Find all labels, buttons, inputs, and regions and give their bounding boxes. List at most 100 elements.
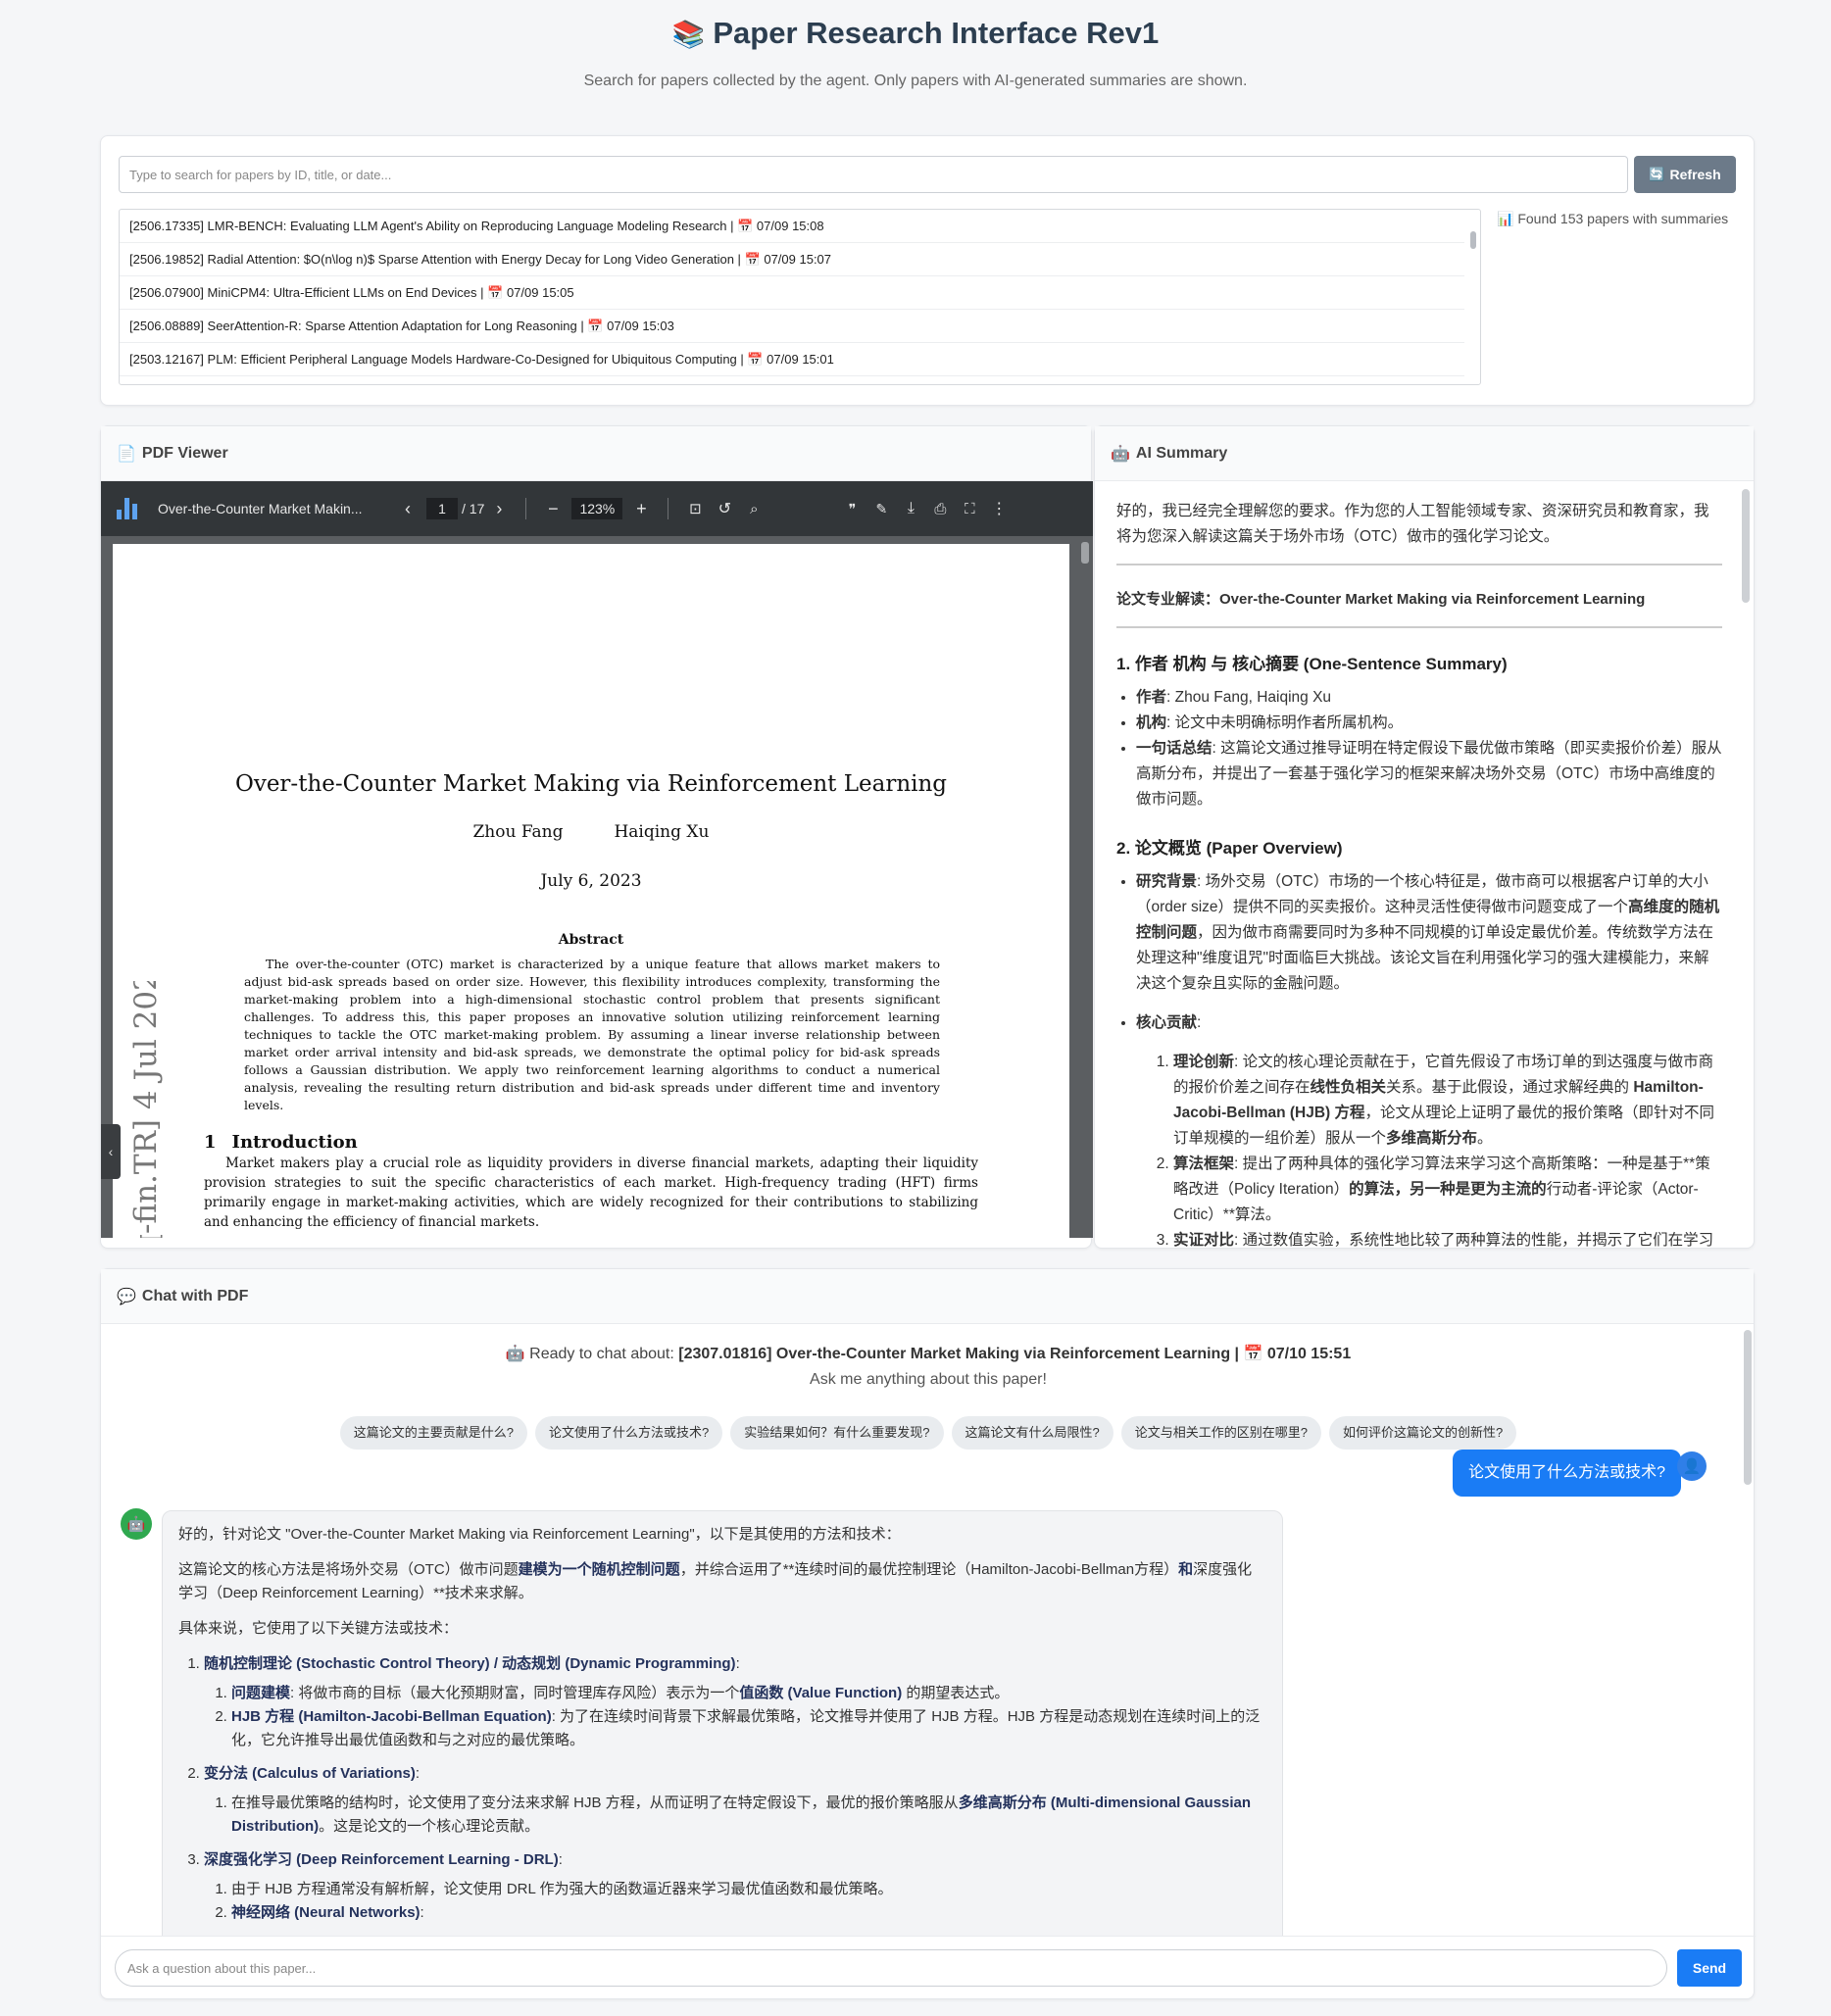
fullscreen-icon[interactable]: ⛶ bbox=[955, 494, 984, 523]
list-item: 机构: 论文中未明确标明作者所属机构。 bbox=[1136, 711, 1722, 736]
arxiv-stamp: [q-fin.TR] 4 Jul 2023 bbox=[128, 981, 164, 1238]
zoom-level-input[interactable]: 123% bbox=[571, 498, 623, 519]
paper-list-item[interactable]: [2506.07900] MiniCPM4: Ultra-Efficient L… bbox=[120, 276, 1464, 310]
summary-content: 好的，我已经完全理解您的要求。作为您的人工智能领域专家、资深研究员和教育家，我将… bbox=[1095, 481, 1756, 1250]
list-item: 理论创新: 论文的核心理论贡献在于，它首先假设了市场订单的到达强度与做市商的报价… bbox=[1173, 1050, 1722, 1152]
list-item: 算法框架: 提出了两种具体的强化学习算法来学习这个高斯策略：一种是基于**策略改… bbox=[1173, 1152, 1722, 1228]
paper-list-item[interactable]: [2506.17335] LMR-BENCH: Evaluating LLM A… bbox=[120, 210, 1464, 243]
user-message: 论文使用了什么方法或技术? bbox=[1453, 1450, 1681, 1497]
list-item: 作者: Zhou Fang, Haiqing Xu bbox=[1136, 685, 1722, 711]
search-icon[interactable]: ⌕ bbox=[739, 494, 768, 523]
document-icon: 📄 bbox=[117, 445, 136, 463]
summary-section-heading: 2. 论文概览 (Paper Overview) bbox=[1116, 839, 1343, 858]
summary-list: 作者: Zhou Fang, Haiqing Xu 机构: 论文中未明确标明作者… bbox=[1116, 685, 1722, 812]
chat-scrollbar[interactable] bbox=[1744, 1330, 1752, 1485]
list-item: 神经网络 (Neural Networks): bbox=[231, 1901, 1266, 1925]
summary-list: 研究背景: 场外交易（OTC）市场的一个核心特征是，做市商可以根据客户订单的大小… bbox=[1116, 869, 1722, 1250]
more-options-icon[interactable]: ⋮ bbox=[984, 494, 1014, 523]
list-item: 随机控制理论 (Stochastic Control Theory) / 动态规… bbox=[204, 1652, 1266, 1752]
comment-icon[interactable]: ❞ bbox=[837, 494, 866, 523]
pdf-canvas[interactable]: [q-fin.TR] 4 Jul 2023 Over-the-Counter M… bbox=[101, 536, 1093, 1238]
page-title: 📚 Paper Research Interface Rev1 bbox=[671, 16, 1160, 50]
rotate-icon[interactable]: ↺ bbox=[710, 494, 739, 523]
chart-icon: 📊 bbox=[1497, 211, 1514, 226]
page-total: / 17 bbox=[462, 501, 485, 516]
summary-intro: 好的，我已经完全理解您的要求。作为您的人工智能领域专家、资深研究员和教育家，我将… bbox=[1116, 503, 1709, 545]
list-item: 一句话总结: 这篇论文通过推导证明在特定假设下最优做市策略（即买卖报价价差）服从… bbox=[1136, 736, 1722, 812]
send-button[interactable]: Send bbox=[1677, 1949, 1742, 1987]
search-input[interactable]: Type to search for papers by ID, title, … bbox=[119, 156, 1628, 193]
paper-date: July 6, 2023 bbox=[540, 871, 642, 891]
pdf-page: [q-fin.TR] 4 Jul 2023 Over-the-Counter M… bbox=[113, 544, 1069, 1238]
speech-bubble-icon: 💬 bbox=[117, 1288, 136, 1305]
zoom-in-icon[interactable]: + bbox=[626, 494, 656, 523]
summary-section-heading: 1. 作者 机构 与 核心摘要 (One-Sentence Summary) bbox=[1116, 655, 1508, 673]
ai-summary-panel: 🤖 AI Summary 好的，我已经完全理解您的要求。作为您的人工智能领域专家、… bbox=[1094, 425, 1755, 1249]
pdf-viewer-panel: 📄 PDF Viewer Over-the-Counter Market Maki… bbox=[100, 425, 1093, 1249]
fit-page-icon[interactable]: ⊡ bbox=[680, 494, 710, 523]
list-item: HJB 方程 (Hamilton-Jacobi-Bellman Equation… bbox=[231, 1705, 1266, 1752]
paper-list-item[interactable]: [2506.08889] SeerAttention-R: Sparse Att… bbox=[120, 310, 1464, 343]
next-page-icon[interactable]: › bbox=[484, 494, 514, 523]
chat-input-bar: Ask a question about this paper... Send bbox=[101, 1936, 1756, 2000]
list-item: 问题建模: 将做市商的目标（最大化预期财富，同时管理库存风险）表示为一个值函数 … bbox=[231, 1682, 1266, 1705]
summary-scrollbar[interactable] bbox=[1742, 489, 1750, 603]
chat-header: 💬 Chat with PDF bbox=[101, 1269, 1754, 1324]
list-item: 在推导最优策略的结构时，论文使用了变分法来求解 HJB 方程，从而证明了在特定假… bbox=[231, 1792, 1266, 1839]
list-scrollbar[interactable] bbox=[1470, 231, 1476, 249]
intro-text: Market makers play a crucial role as liq… bbox=[204, 1156, 978, 1230]
method-list: 随机控制理论 (Stochastic Control Theory) / 动态规… bbox=[178, 1652, 1266, 1925]
previous-page-icon[interactable]: ‹ bbox=[393, 494, 422, 523]
chevron-left-icon: ‹ bbox=[108, 1144, 114, 1159]
page-number-input[interactable]: 1 bbox=[426, 498, 458, 519]
user-avatar-icon: 👤 bbox=[1677, 1451, 1707, 1481]
toolbar-divider bbox=[525, 498, 527, 519]
chat-messages: 🤖 Ready to chat about: [2307.01816] Over… bbox=[101, 1324, 1756, 1936]
page-subtitle: Search for papers collected by the agent… bbox=[583, 73, 1248, 89]
summary-divider bbox=[1116, 626, 1722, 628]
suggestion-chip[interactable]: 实验结果如何？有什么重要发现? bbox=[730, 1416, 944, 1450]
list-item: 变分法 (Calculus of Variations): 在推导最优策略的结构… bbox=[204, 1762, 1266, 1839]
paper-list-item[interactable]: [2503.12167] PLM: Efficient Peripheral L… bbox=[120, 343, 1464, 376]
sidebar-toggle[interactable]: ‹ bbox=[101, 1124, 121, 1179]
pdf-document-title: Over-the-Counter Market Makin... bbox=[158, 501, 363, 516]
list-item: 由于 HJB 方程通常没有解析解，论文使用 DRL 作为强大的函数逼近器来学习最… bbox=[231, 1878, 1266, 1901]
pdf-viewer-header: 📄 PDF Viewer bbox=[101, 426, 1091, 481]
annotate-icon[interactable]: ✎ bbox=[866, 494, 896, 523]
robot-icon: 🤖 bbox=[505, 1346, 525, 1362]
books-icon: 📚 bbox=[671, 20, 706, 49]
abstract-heading: Abstract bbox=[558, 932, 624, 948]
suggestion-chip[interactable]: 这篇论文有什么局限性? bbox=[951, 1416, 1113, 1450]
refresh-button[interactable]: 🔄 Refresh bbox=[1634, 156, 1736, 193]
contribution-list: 理论创新: 论文的核心理论贡献在于，它首先假设了市场订单的到达强度与做市商的报价… bbox=[1136, 1050, 1722, 1250]
results-count: 📊 Found 153 papers with summaries bbox=[1497, 211, 1729, 226]
section-heading: 1 Introduction bbox=[204, 1132, 358, 1153]
paper-authors: Zhou Fang Haiqing Xu bbox=[472, 822, 710, 842]
summary-divider bbox=[1116, 564, 1722, 565]
bot-message: 好的，针对论文 "Over-the-Counter Market Making … bbox=[162, 1510, 1283, 1936]
paper-title: Over-the-Counter Market Making via Reinf… bbox=[234, 771, 948, 797]
abstract-text: The over-the-counter (OTC) market is cha… bbox=[244, 957, 940, 1112]
paper-list[interactable]: [2506.17335] LMR-BENCH: Evaluating LLM A… bbox=[119, 209, 1481, 385]
robot-icon: 🤖 bbox=[1111, 445, 1130, 463]
suggested-questions: 这篇论文的主要贡献是什么? 论文使用了什么方法或技术? 实验结果如何？有什么重要… bbox=[101, 1416, 1756, 1450]
download-icon[interactable]: ⤓ bbox=[896, 494, 925, 523]
pdf-toolbar: Over-the-Counter Market Makin... ‹ 1 / 1… bbox=[101, 481, 1093, 536]
list-item: 实证对比: 通过数值实验，系统性地比较了两种算法的性能，并揭示了它们在学习 bbox=[1173, 1228, 1722, 1250]
chat-input[interactable]: Ask a question about this paper... bbox=[115, 1949, 1667, 1987]
search-panel: Type to search for papers by ID, title, … bbox=[100, 135, 1755, 406]
ai-summary-header: 🤖 AI Summary bbox=[1095, 426, 1754, 481]
suggestion-chip[interactable]: 这篇论文的主要贡献是什么? bbox=[339, 1416, 528, 1450]
paper-list-item[interactable]: [2506.19852] Radial Attention: $O(n\log … bbox=[120, 243, 1464, 276]
suggestion-chip[interactable]: 如何评价这篇论文的创新性? bbox=[1328, 1416, 1517, 1450]
suggestion-chip[interactable]: 论文与相关工作的区别在哪里? bbox=[1120, 1416, 1321, 1450]
print-icon[interactable]: ⎙ bbox=[925, 494, 955, 523]
bot-avatar-icon: 🤖 bbox=[121, 1508, 152, 1540]
list-item: 深度强化学习 (Deep Reinforcement Learning - DR… bbox=[204, 1848, 1266, 1925]
chat-ready-status: 🤖 Ready to chat about: [2307.01816] Over… bbox=[505, 1346, 1352, 1362]
zoom-out-icon[interactable]: − bbox=[538, 494, 568, 523]
suggestion-chip[interactable]: 论文使用了什么方法或技术? bbox=[535, 1416, 723, 1450]
summary-title: 论文专业解读：Over-the-Counter Market Making vi… bbox=[1116, 591, 1646, 608]
pdf-scrollbar[interactable] bbox=[1081, 542, 1089, 564]
refresh-icon: 🔄 bbox=[1649, 167, 1665, 181]
